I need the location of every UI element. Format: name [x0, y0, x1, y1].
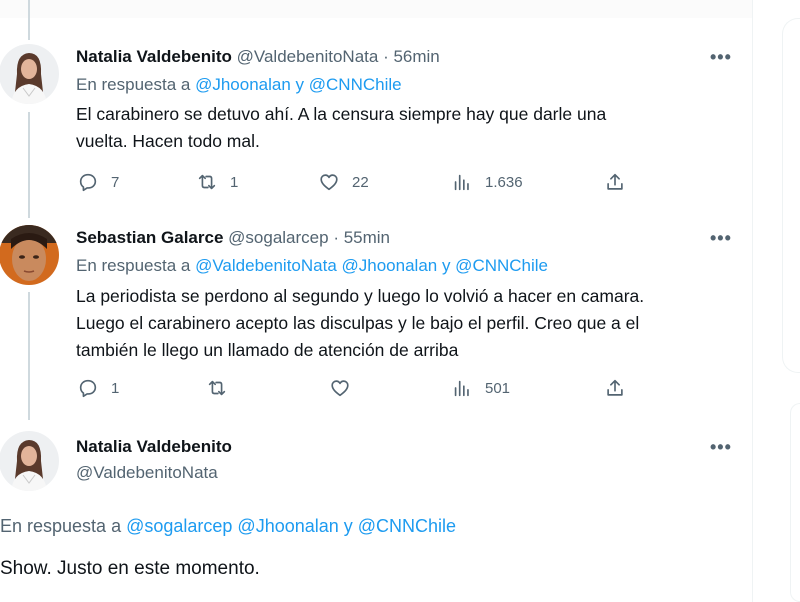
tweet-header: Sebastian Galarce @sogalarcep · 55min: [76, 228, 390, 248]
reply-count: 1: [111, 379, 120, 397]
reply-button[interactable]: 1: [77, 377, 119, 399]
more-icon[interactable]: •••: [710, 437, 732, 458]
tweet-text-line: también le llego un llamado de atención …: [76, 340, 459, 360]
tweet-text-line: El carabinero se detuvo ahí. A la censur…: [76, 104, 607, 124]
avatar[interactable]: [0, 44, 59, 104]
tweet-time[interactable]: · 56min: [383, 47, 440, 66]
views-icon: [454, 380, 469, 397]
reply-prefix: En respuesta a: [0, 516, 122, 536]
views-count: 1.636: [485, 173, 523, 191]
like-button[interactable]: [329, 377, 351, 399]
like-icon: [320, 174, 338, 191]
tweet-text: La periodista se perdono al segundo y lu…: [76, 283, 644, 364]
like-button[interactable]: 22: [318, 171, 369, 193]
reply-context: En respuesta a @Jhoonalan y @CNNChile: [76, 75, 402, 95]
previous-tweet-fade: [0, 0, 752, 18]
thread-connector: [28, 292, 30, 420]
reply-count: 7: [111, 173, 120, 191]
retweet-count: 1: [230, 173, 239, 191]
avatar[interactable]: [0, 431, 59, 491]
reply-button[interactable]: 7: [77, 171, 119, 193]
like-icon: [331, 380, 349, 397]
tweet-text: El carabinero se detuvo ahí. A la censur…: [76, 101, 606, 155]
retweet-button[interactable]: 1: [196, 171, 238, 193]
tweet-text-line: Luego el carabinero acepto las disculpas…: [76, 313, 640, 333]
author-handle[interactable]: @sogalarcep: [228, 228, 328, 247]
tweet-text-line: La periodista se perdono al segundo y lu…: [76, 286, 645, 306]
main-tweet-text: Show. Justo en este momento.: [0, 558, 260, 579]
views-button[interactable]: 501: [451, 377, 510, 399]
reply-mentions[interactable]: @Jhoonalan y @CNNChile: [195, 75, 402, 94]
retweet-icon: [198, 174, 216, 190]
author-name[interactable]: Sebastian Galarce: [76, 228, 223, 247]
reply-mentions[interactable]: @sogalarcep @Jhoonalan y @CNNChile: [126, 516, 456, 536]
reply-icon: [79, 379, 97, 398]
tweet-time[interactable]: · 55min: [333, 228, 390, 247]
share-button[interactable]: [604, 171, 626, 193]
main-author-handle[interactable]: @ValdebenitoNata: [76, 463, 218, 483]
reply-icon: [79, 173, 97, 192]
share-button[interactable]: [604, 377, 626, 399]
views-count: 501: [485, 379, 511, 397]
more-icon[interactable]: •••: [710, 47, 732, 68]
tweet-header: Natalia Valdebenito @ValdebenitoNata · 5…: [76, 47, 440, 67]
sidebar-card-2: [790, 403, 800, 602]
sidebar-card: [782, 18, 800, 373]
views-icon: [454, 174, 469, 191]
like-count: 22: [352, 173, 369, 191]
main-author-name[interactable]: Natalia Valdebenito: [76, 437, 232, 457]
retweet-button[interactable]: [206, 377, 228, 399]
reply-prefix: En respuesta a: [76, 75, 191, 94]
reply-mentions[interactable]: @ValdebenitoNata @Jhoonalan y @CNNChile: [195, 256, 548, 275]
reply-prefix: En respuesta a: [76, 256, 191, 275]
author-handle[interactable]: @ValdebenitoNata: [237, 47, 379, 66]
reply-context: En respuesta a @ValdebenitoNata @Jhoonal…: [76, 256, 548, 276]
author-name[interactable]: Natalia Valdebenito: [76, 47, 232, 66]
share-icon: [607, 379, 623, 396]
thread-connector: [28, 112, 30, 218]
main-reply-context: En respuesta a @sogalarcep @Jhoonalan y …: [0, 516, 456, 537]
thread-connector: [28, 0, 30, 40]
more-icon[interactable]: •••: [710, 228, 732, 249]
tweet-text-line: vuelta. Hacen todo mal.: [76, 131, 260, 151]
views-button[interactable]: 1.636: [451, 171, 523, 193]
avatar[interactable]: [0, 225, 59, 285]
retweet-icon: [208, 380, 226, 396]
share-icon: [607, 173, 623, 190]
